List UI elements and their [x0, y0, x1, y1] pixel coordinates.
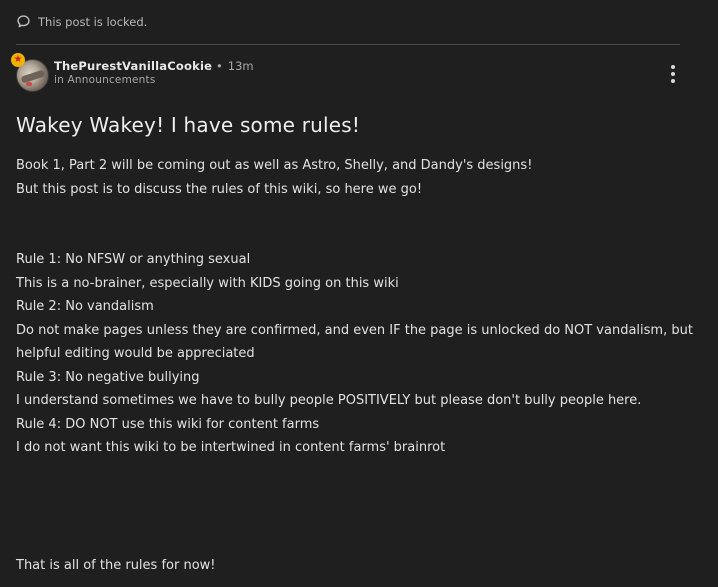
- rule-detail: I do not want this wiki to be intertwine…: [16, 440, 446, 455]
- divider: [16, 44, 680, 45]
- rule-heading: Rule 1: No NFSW or anything sexual: [16, 252, 251, 267]
- category-prefix: in: [54, 74, 64, 86]
- category-link[interactable]: Announcements: [68, 74, 156, 86]
- star-badge-icon: ★: [11, 53, 25, 67]
- intro-line: But this post is to discuss the rules of…: [16, 181, 423, 197]
- more-options-button[interactable]: [666, 61, 680, 87]
- locked-notice-text: This post is locked.: [38, 14, 148, 29]
- rule-heading: Rule 4: DO NOT use this wiki for content…: [16, 416, 320, 432]
- rule-detail: Do not make pages unless they are confir…: [16, 322, 693, 362]
- locked-notice: This post is locked.: [16, 14, 147, 29]
- time-ago: 13m: [227, 59, 254, 73]
- post-body: Book 1, Part 2 will be coming out as wel…: [16, 154, 696, 577]
- intro-line: Book 1, Part 2 will be coming out as wel…: [16, 158, 533, 173]
- author-name[interactable]: ThePurestVanillaCookie: [54, 59, 212, 73]
- rule-detail: This is a no-brainer, especially with KI…: [16, 275, 399, 291]
- post-timestamp: • 13m: [216, 59, 254, 73]
- post-author-row: ★ ThePurestVanillaCookie • 13m in Announc…: [11, 53, 680, 92]
- separator-dot: •: [216, 59, 223, 73]
- rule-detail: I understand sometimes we have to bully …: [16, 393, 642, 408]
- comment-bubble-icon: [16, 14, 31, 29]
- post-category: in Announcements: [54, 74, 156, 86]
- rule-heading: Rule 2: No vandalism: [16, 299, 154, 314]
- more-vertical-icon: [671, 65, 675, 69]
- post-title: Wakey Wakey! I have some rules!: [16, 113, 361, 137]
- rule-heading: Rule 3: No negative bullying: [16, 369, 200, 385]
- closing-line: That is all of the rules for now!: [16, 557, 216, 573]
